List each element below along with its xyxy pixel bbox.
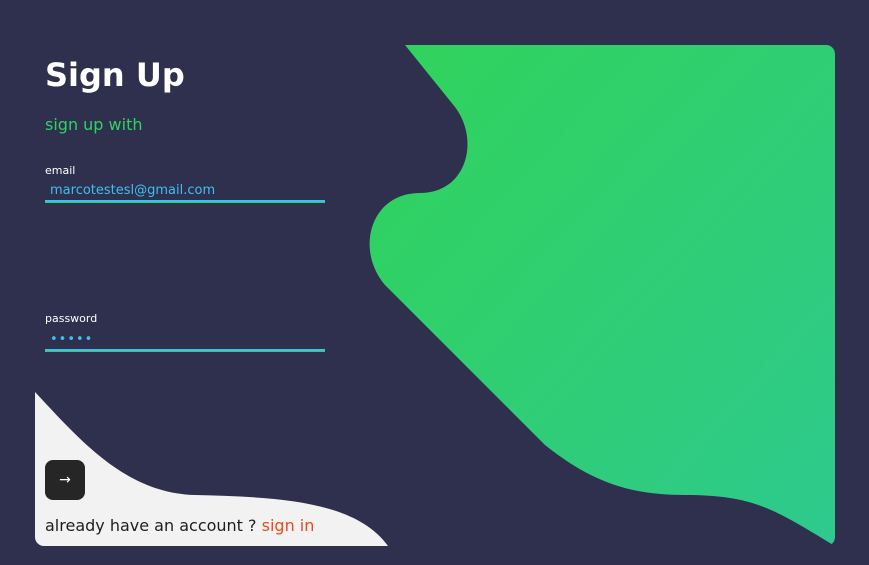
- signin-link[interactable]: sign in: [262, 516, 315, 535]
- decorative-shapes: [35, 45, 835, 546]
- signup-card: Sign Up sign up with email password → al…: [35, 45, 835, 546]
- signup-subtitle: sign up with: [45, 115, 143, 134]
- page-title: Sign Up: [45, 56, 185, 94]
- email-field[interactable]: [45, 180, 325, 202]
- green-wave-shape: [369, 45, 835, 546]
- password-field[interactable]: [45, 329, 325, 351]
- arrow-right-icon: →: [59, 472, 71, 488]
- email-label: email: [45, 164, 76, 177]
- password-label: password: [45, 312, 98, 325]
- submit-button[interactable]: →: [45, 460, 85, 500]
- signin-prompt-text: already have an account ?: [45, 516, 257, 535]
- signin-prompt: already have an account ? sign in: [45, 515, 314, 537]
- page-background: Sign Up sign up with email password → al…: [0, 0, 869, 565]
